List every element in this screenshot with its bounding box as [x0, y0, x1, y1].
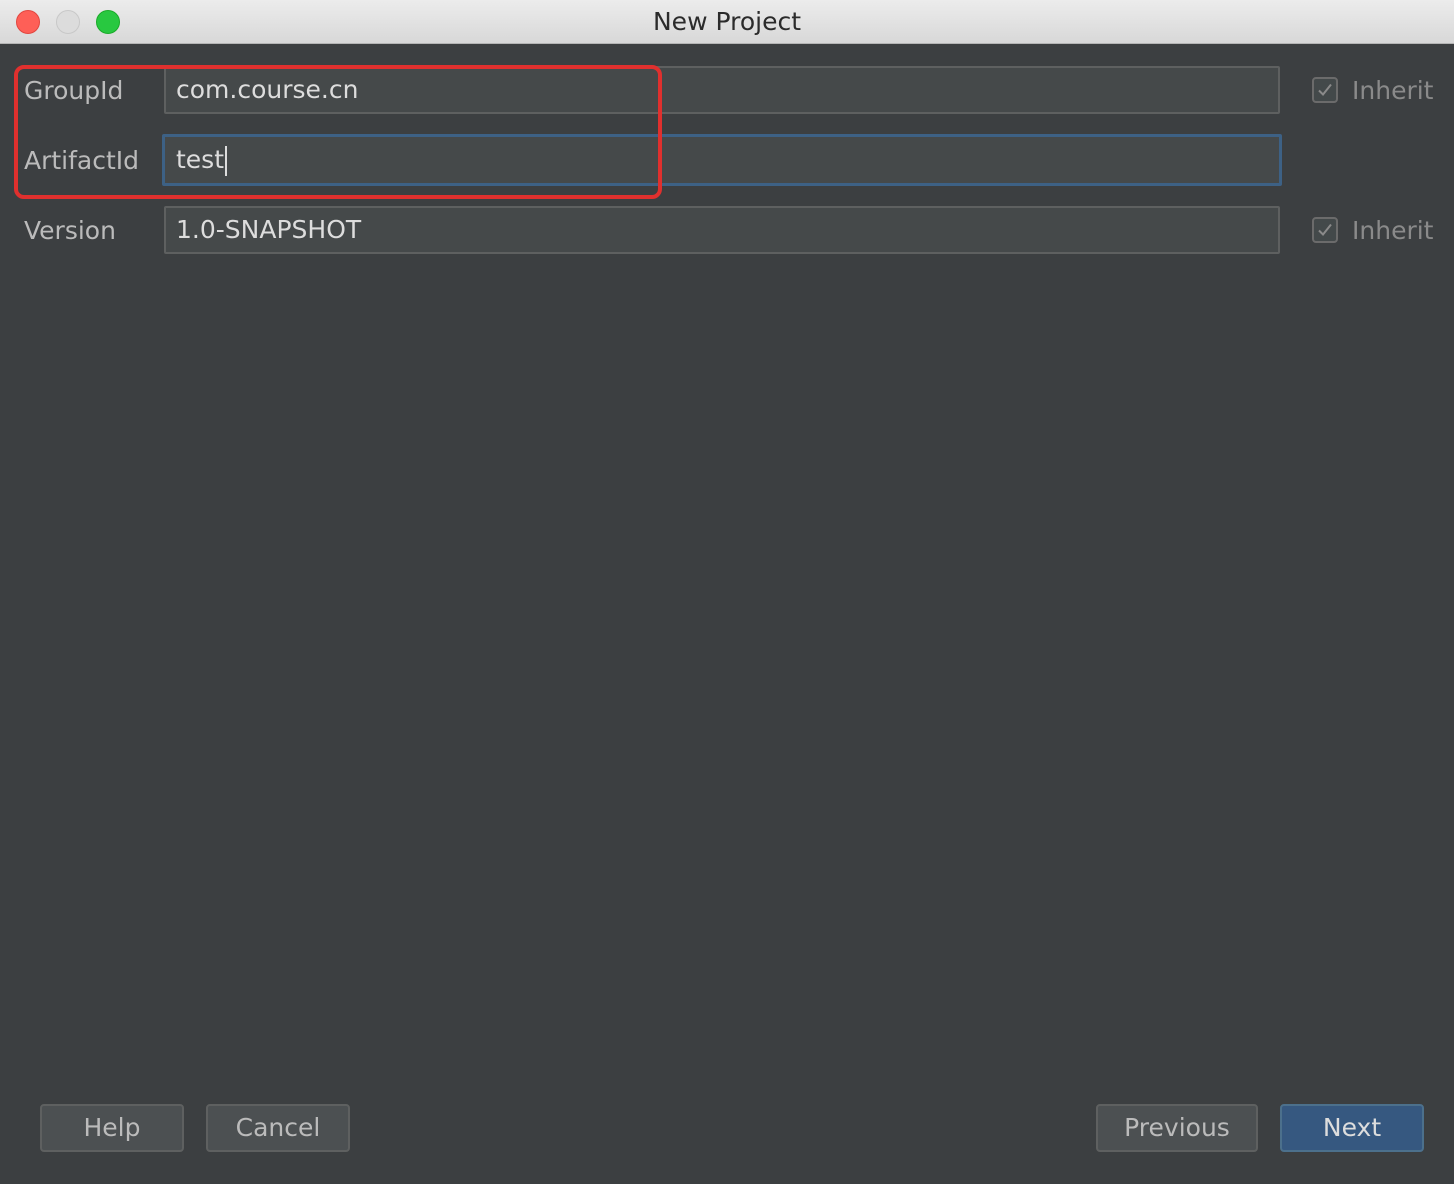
version-input[interactable]: 1.0-SNAPSHOT [164, 206, 1280, 254]
annotation-highlight-box [14, 65, 662, 199]
version-inherit-option[interactable]: Inherit [1312, 206, 1433, 254]
new-project-dialog: New Project GroupId com.course.cn Inheri… [0, 0, 1454, 1184]
next-button[interactable]: Next [1280, 1104, 1424, 1152]
window-title: New Project [652, 7, 801, 36]
cancel-button[interactable]: Cancel [206, 1104, 350, 1152]
version-inherit-checkbox[interactable] [1312, 217, 1338, 243]
group-id-inherit-label: Inherit [1352, 75, 1434, 105]
version-label: Version [24, 216, 116, 245]
checkmark-icon [1318, 83, 1332, 96]
version-value: 1.0-SNAPSHOT [176, 215, 362, 244]
group-id-inherit-option[interactable]: Inherit [1312, 66, 1433, 114]
previous-button[interactable]: Previous [1096, 1104, 1258, 1152]
group-id-inherit-checkbox[interactable] [1312, 77, 1338, 103]
help-button[interactable]: Help [40, 1104, 184, 1152]
checkmark-icon [1318, 223, 1332, 236]
version-inherit-label: Inherit [1352, 215, 1434, 245]
title-bar: New Project [0, 0, 1454, 44]
